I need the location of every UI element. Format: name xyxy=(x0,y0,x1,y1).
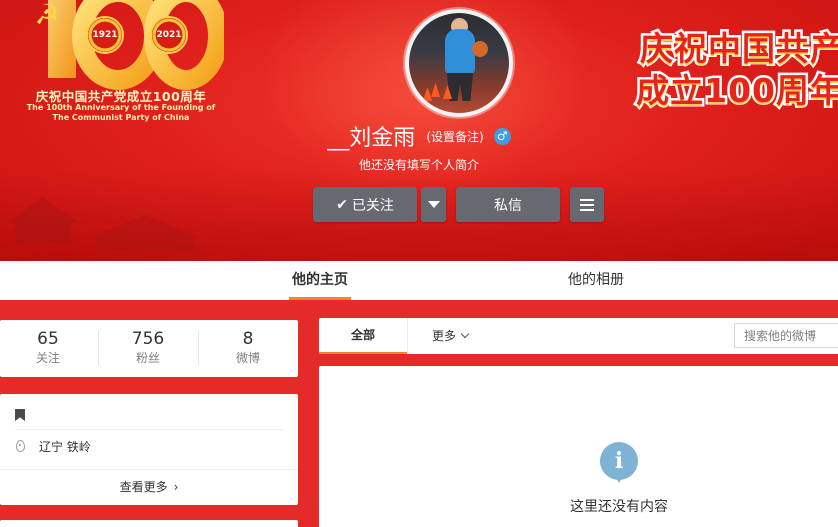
empty-feed-message: 这里还没有内容 xyxy=(570,499,668,515)
view-more-label: 查看更多 xyxy=(119,480,168,494)
next-card xyxy=(0,520,298,527)
check-icon: ✔ xyxy=(336,196,348,213)
set-remark-link[interactable]: (设置备注) xyxy=(426,130,483,144)
centenary-emblem: ☭ 1921 2021 庆祝中国共产党成立100周年 The 100th Ann… xyxy=(0,0,230,135)
feed-filter-bar: 全部 更多 xyxy=(319,318,838,354)
divider xyxy=(15,429,283,430)
hamburger-icon-bar xyxy=(580,198,594,201)
profile-bio: 他还没有填写个人简介 xyxy=(358,158,479,172)
feed-tab-all[interactable]: 全部 xyxy=(319,318,408,354)
profile-cover-banner: ☭ 1921 2021 庆祝中国共产党成立100周年 The 100th Ann… xyxy=(0,0,838,261)
stat-divider xyxy=(98,330,99,366)
training-cone xyxy=(431,83,440,97)
empty-feed-panel: i 这里还没有内容 xyxy=(319,366,838,527)
profile-info-card: 辽宁 铁岭 查看更多 › xyxy=(0,394,298,505)
centenary-slogan: 庆祝中国共产 成立100周年 xyxy=(634,27,838,113)
followed-button-label: 已关注 xyxy=(351,197,394,214)
profile-name-row: __刘金雨 (设置备注) ♂ xyxy=(0,120,838,152)
location-pin-icon xyxy=(16,440,25,452)
stat-value: 65 xyxy=(37,329,59,349)
feed-more-dropdown[interactable]: 更多 xyxy=(432,318,470,354)
profile-nickname: __刘金雨 xyxy=(327,126,416,151)
stats-card: 65 关注 756 粉丝 8 微博 xyxy=(0,320,298,377)
caret-down-icon xyxy=(427,201,440,208)
slogan-line-2: 成立100周年 xyxy=(634,69,838,113)
year-badge-2021: 2021 xyxy=(150,16,188,54)
emblem-title-en-line1: The 100th Anniversary of the Founding of xyxy=(26,103,216,112)
stat-divider xyxy=(198,330,199,366)
follow-dropdown-button[interactable] xyxy=(421,187,446,222)
tab-album[interactable]: 他的相册 xyxy=(568,261,624,300)
profile-tab-bar: 他的主页 他的相册 xyxy=(0,261,838,300)
info-icon: i xyxy=(600,442,638,483)
chevron-down-icon xyxy=(460,329,470,339)
hammer-sickle-icon: ☭ xyxy=(34,0,60,31)
private-message-button[interactable]: 私信 xyxy=(456,187,560,222)
feed-tab-all-label: 全部 xyxy=(350,328,375,342)
slogan-line-1: 庆祝中国共产 xyxy=(638,27,838,71)
stat-value: 756 xyxy=(131,329,165,349)
stat-posts[interactable]: 8 微博 xyxy=(200,328,296,366)
private-message-label: 私信 xyxy=(494,197,522,214)
feed-more-label: 更多 xyxy=(432,329,457,343)
active-tab-indicator xyxy=(319,352,407,354)
male-icon: ♂ xyxy=(493,127,511,145)
location-text: 辽宁 铁岭 xyxy=(39,440,91,454)
hamburger-icon-bar xyxy=(580,203,594,206)
stat-value: 8 xyxy=(242,329,254,349)
stat-followers[interactable]: 756 粉丝 xyxy=(100,328,196,366)
year-badge-1921: 1921 xyxy=(86,16,124,54)
tab-album-label: 他的相册 xyxy=(568,272,624,288)
active-tab-indicator xyxy=(289,297,351,300)
stat-label: 粉丝 xyxy=(135,351,160,365)
tab-home-label: 他的主页 xyxy=(292,272,348,288)
view-more-link[interactable]: 查看更多 › xyxy=(0,478,298,495)
followed-button[interactable]: ✔ 已关注 xyxy=(313,187,417,222)
avatar-player-body xyxy=(445,29,475,75)
hamburger-icon-bar xyxy=(580,208,594,211)
stat-label: 关注 xyxy=(35,351,60,365)
search-input[interactable] xyxy=(734,323,838,348)
basketball-icon xyxy=(472,41,488,57)
stat-label: 微博 xyxy=(235,351,260,365)
divider xyxy=(0,469,298,470)
tab-home[interactable]: 他的主页 xyxy=(289,261,351,300)
stat-following[interactable]: 65 关注 xyxy=(0,328,96,366)
avatar[interactable] xyxy=(405,9,513,117)
chevron-right-icon: › xyxy=(173,480,179,494)
more-menu-button[interactable] xyxy=(570,187,604,222)
training-cone xyxy=(423,87,432,101)
avatar-photo xyxy=(409,13,509,113)
bookmark-icon xyxy=(15,409,25,421)
